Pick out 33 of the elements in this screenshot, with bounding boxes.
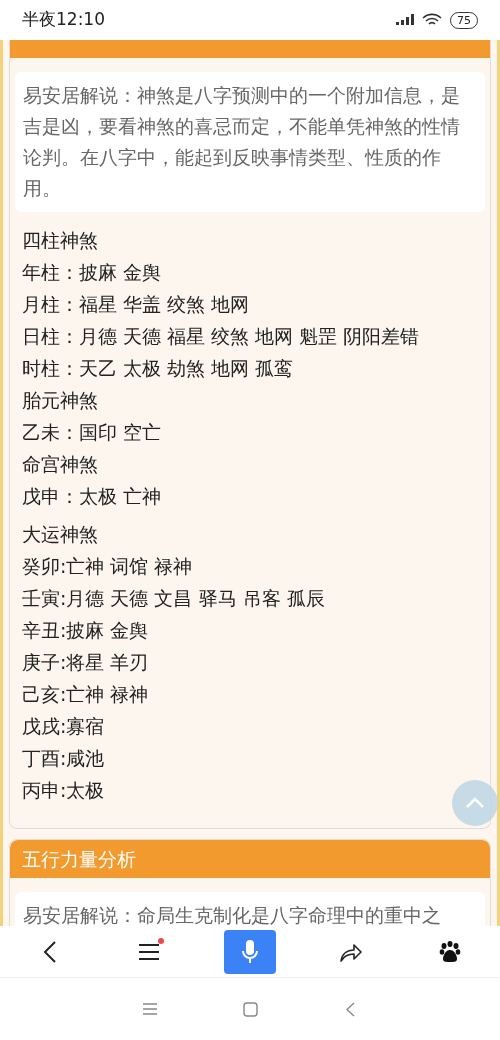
square-icon <box>242 1001 258 1017</box>
shensha-line: 庚子:将星 羊刃 <box>22 650 149 675</box>
section-title: 五行力量分析 <box>22 846 136 872</box>
menu-icon <box>138 942 161 961</box>
shensha-line: 时柱：天乙 太极 劫煞 地网 孤鸾 <box>22 356 294 381</box>
voice-button[interactable] <box>224 929 276 974</box>
intro-text: 易安居解说：命局生克制化是八字命理中的重中之 <box>15 892 485 926</box>
shensha-line: 壬寅:月德 天德 文昌 驿马 吊客 孤辰 <box>22 586 325 611</box>
shensha-line: 月柱：福星 华盖 绞煞 地网 <box>22 292 250 317</box>
menu-icon <box>143 1003 157 1015</box>
wifi-icon <box>422 13 442 27</box>
shensha-line: 丁酉:咸池 <box>22 746 105 771</box>
shensha-line: 乙未：国印 空亡 <box>22 420 162 445</box>
shensha-line: 四柱神煞 <box>22 228 98 253</box>
intro-text: 易安居解说：神煞是八字预测中的一个附加信息，是吉是凶，要看神煞的喜忌而定，不能单凭神煞的性情论判。在八字中，能起到反映事情类型、性质的作用。 <box>15 72 485 212</box>
shensha-line: 日柱：月德 天德 福星 绞煞 地网 魁罡 阴阳差错 <box>22 324 420 349</box>
back-icon <box>42 940 57 963</box>
signal-icon <box>396 14 414 26</box>
shensha-line: 癸卯:亡神 词馆 禄神 <box>22 554 193 579</box>
back-icon <box>345 1001 355 1017</box>
shensha-line: 己亥:亡神 禄神 <box>22 682 149 707</box>
paw-icon <box>439 940 462 963</box>
status-time: 半夜12:10 <box>22 8 105 32</box>
shensha-line: 辛丑:披麻 金舆 <box>22 618 149 643</box>
shensha-line: 年柱：披麻 金舆 <box>22 260 162 285</box>
shensha-line: 戊申：太极 亡神 <box>22 484 162 509</box>
chevron-up-icon <box>465 797 485 809</box>
shensha-line: 大运神煞 <box>22 522 98 547</box>
shensha-line: 丙申:太极 <box>22 778 105 803</box>
shensha-line: 戊戌:寡宿 <box>22 714 105 739</box>
microphone-icon <box>241 938 259 965</box>
shensha-line: 命宫神煞 <box>22 452 98 477</box>
shensha-line: 胎元神煞 <box>22 388 98 413</box>
